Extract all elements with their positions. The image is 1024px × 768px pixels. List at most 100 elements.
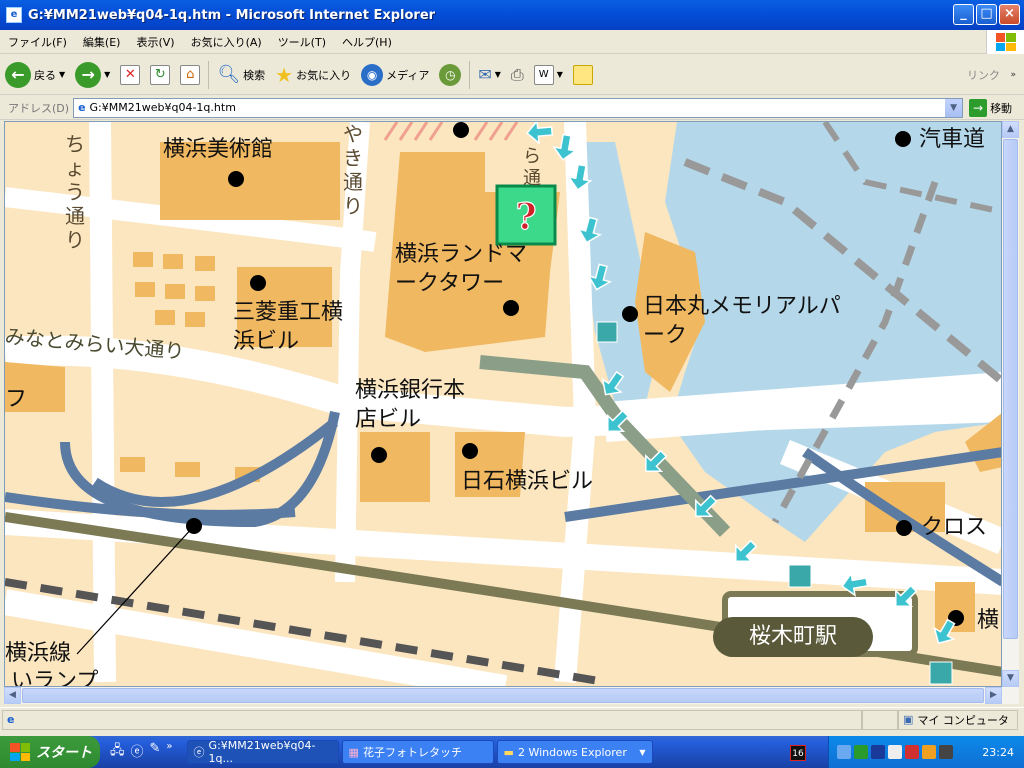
route-arrow-icon	[564, 161, 596, 193]
address-bar: アドレス(D) e G:¥MM21web¥q04-1q.htm ▼ → 移動	[0, 96, 1024, 120]
quick-launch: 🖧︎ ⓔ ✎»	[110, 741, 173, 763]
task-hanako[interactable]: ▦ 花子フォトレタッチ	[341, 740, 494, 764]
label-fu: フ	[5, 387, 28, 412]
label-landmark-tower: 横浜ランドマークタワー	[395, 242, 528, 296]
edit-button[interactable]: W ▼	[529, 58, 568, 92]
standard-toolbar: ← 戻る ▼ → ▼ ✕ ↻ ⌂ 🔍︎ 検索 ★ お気に入り ◉ メディア ◷ ✉ ▼…	[0, 55, 1024, 95]
app-quicklaunch-icon[interactable]: ✎	[150, 741, 161, 763]
print-button[interactable]: ⎙	[506, 58, 529, 92]
discuss-button[interactable]	[568, 58, 598, 92]
page-icon: e	[78, 101, 86, 114]
search-icon: 🔍︎	[217, 64, 241, 85]
start-button[interactable]: スタート	[0, 736, 100, 768]
route-arrow-icon	[525, 122, 555, 147]
menu-help[interactable]: ヘルプ(H)	[334, 34, 400, 50]
computer-icon: ▣	[903, 713, 914, 726]
label-cross: クロス	[921, 515, 988, 540]
chevron-more-icon[interactable]: »	[166, 741, 172, 763]
refresh-button[interactable]: ↻	[145, 58, 175, 92]
forward-button[interactable]: → ▼	[70, 58, 115, 92]
map-svg: ?	[5, 122, 1001, 686]
scroll-left-icon[interactable]: ◀	[4, 687, 21, 704]
vertical-scrollbar[interactable]: ▲ ▼	[1002, 121, 1019, 687]
mail-button[interactable]: ✉ ▼	[473, 58, 506, 92]
ie-task-icon: ⓔ	[193, 746, 205, 759]
word-icon: W	[533, 64, 554, 85]
tray-ati-icon[interactable]	[905, 745, 919, 759]
vertical-scroll-thumb[interactable]	[1003, 139, 1018, 639]
menu-edit[interactable]: 編集(E)	[75, 34, 129, 50]
label-line-b: いランプ	[11, 669, 99, 687]
menu-bar: ファイル(F) 編集(E) 表示(V) お気に入り(A) ツール(T) ヘルプ(…	[0, 30, 1024, 54]
tray-keyboard-icon[interactable]	[888, 745, 902, 759]
address-field[interactable]: e G:¥MM21web¥q04-1q.htm ▼	[73, 97, 964, 118]
go-arrow-icon: →	[969, 98, 988, 117]
refresh-icon: ↻	[150, 64, 171, 85]
windows-flag-icon	[10, 743, 30, 761]
links-label[interactable]: リンク	[967, 67, 1000, 83]
show-desktop-icon[interactable]: 🖧︎	[110, 741, 125, 763]
close-button[interactable]: ×	[999, 4, 1020, 25]
stop-icon: ✕	[120, 64, 141, 85]
search-button[interactable]: 🔍︎ 検索	[212, 58, 270, 92]
tray-volume-icon[interactable]	[939, 745, 953, 759]
system-tray: 23:24	[828, 736, 1024, 768]
history-icon: ◷	[439, 63, 462, 86]
ie-quicklaunch-icon[interactable]: ⓔ	[131, 741, 144, 763]
label-kisha-road: 汽車道	[919, 127, 986, 152]
task-explorer-group[interactable]: ▬ 2 Windows Explorer ▼	[496, 740, 653, 764]
maximize-button[interactable]: □	[976, 4, 997, 25]
mail-icon: ✉	[478, 65, 492, 84]
home-button[interactable]: ⌂	[175, 58, 205, 92]
media-globe-icon: ◉	[361, 63, 384, 86]
scroll-up-icon[interactable]: ▲	[1002, 121, 1019, 138]
scroll-down-icon[interactable]: ▼	[1002, 670, 1019, 687]
chevron-icon[interactable]: »	[1010, 70, 1016, 80]
window-title: G:¥MM21web¥q04-1q.htm - Microsoft Intern…	[28, 7, 436, 23]
ie-window: e G:¥MM21web¥q04-1q.htm - Microsoft Inte…	[0, 0, 1024, 736]
folder-icon: ▬	[503, 745, 514, 759]
menu-view[interactable]: 表示(V)	[128, 34, 182, 50]
address-dropdown-icon[interactable]: ▼	[945, 98, 963, 117]
tray-bluetooth-icon[interactable]	[871, 745, 885, 759]
tray-antivirus-icon[interactable]	[922, 745, 936, 759]
label-art-museum: 横浜美術館	[163, 137, 274, 162]
menu-favorites[interactable]: お気に入り(A)	[183, 34, 270, 50]
label-street-b: やき通り	[343, 122, 363, 218]
menu-file[interactable]: ファイル(F)	[0, 34, 75, 50]
hanako-icon: ▦	[348, 745, 359, 759]
bank-building	[360, 432, 430, 502]
media-button[interactable]: ◉ メディア	[356, 58, 434, 92]
page-status-icon: e	[7, 713, 15, 726]
address-value: G:¥MM21web¥q04-1q.htm	[89, 101, 236, 114]
label-yoko: 横	[977, 608, 1000, 633]
minimize-button[interactable]: _	[953, 4, 974, 25]
label-street-a: ちょう通り	[65, 132, 85, 252]
label-line-a: 横浜線	[5, 641, 72, 666]
label-street-c: ら通	[523, 146, 541, 189]
back-button[interactable]: ← 戻る ▼	[0, 58, 70, 92]
go-button[interactable]: → 移動	[969, 98, 1012, 117]
tray-network-icon[interactable]	[837, 745, 851, 759]
svg-text:?: ?	[515, 196, 536, 238]
tray-app-icon[interactable]	[854, 745, 868, 759]
menu-tools[interactable]: ツール(T)	[270, 34, 334, 50]
label-nisseki: 日石横浜ビル	[461, 469, 594, 494]
label-sakuragicho-station: 桜木町駅	[713, 617, 873, 657]
title-bar[interactable]: e G:¥MM21web¥q04-1q.htm - Microsoft Inte…	[0, 0, 1024, 30]
task-ie[interactable]: ⓔ G:¥MM21web¥q04-1q...	[186, 739, 339, 765]
ie-icon: e	[6, 7, 22, 23]
printer-icon: ⎙	[510, 64, 524, 84]
clock[interactable]: 23:24	[982, 746, 1014, 759]
stop-button[interactable]: ✕	[115, 58, 145, 92]
tray-badge[interactable]: 16	[790, 745, 806, 761]
history-button[interactable]: ◷	[434, 58, 466, 92]
favorites-button[interactable]: ★ お気に入り	[270, 58, 356, 92]
scroll-right-icon[interactable]: ▶	[985, 687, 1002, 704]
label-mitsubishi: 三菱重工横浜ビル	[233, 300, 344, 354]
horizontal-scroll-thumb[interactable]	[22, 688, 984, 703]
status-message: e	[2, 709, 862, 730]
horizontal-scrollbar[interactable]: ◀ ▶	[4, 687, 1019, 704]
forward-arrow-icon: →	[75, 61, 102, 88]
home-icon: ⌂	[180, 64, 201, 85]
